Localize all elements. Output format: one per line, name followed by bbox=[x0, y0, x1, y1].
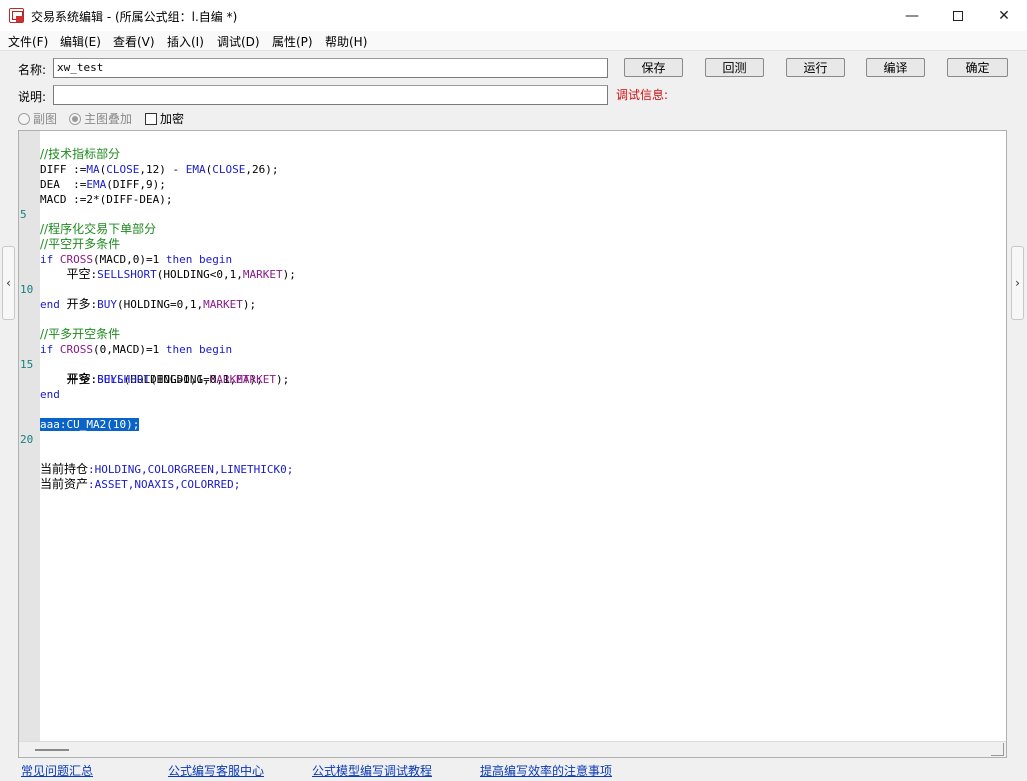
code-line: 10 开多:BUY(HOLDING=0,1,MARKET); bbox=[20, 283, 257, 311]
code-line: 5 bbox=[19, 192, 979, 221]
close-button[interactable]: ✕ bbox=[981, 0, 1027, 31]
encrypt-option[interactable]: 加密 bbox=[145, 110, 184, 127]
title-bar: 交易系统编辑 - (所属公式组：l.自编 *) — ✕ bbox=[0, 0, 1027, 31]
scrollbar-thumb[interactable] bbox=[35, 749, 69, 751]
code-line: if CROSS(MACD,0)=1 then begin bbox=[40, 253, 233, 266]
minimize-button[interactable]: — bbox=[889, 0, 935, 31]
menu-view[interactable]: 查看(V) bbox=[113, 33, 155, 50]
description-input[interactable] bbox=[53, 85, 608, 105]
encrypt-label: 加密 bbox=[160, 112, 185, 126]
code-line: DIFF :=MA(CLOSE,12) - EMA(CLOSE,26); bbox=[40, 163, 279, 176]
compile-button[interactable]: 编译 bbox=[866, 58, 925, 77]
collapse-right-button[interactable]: › bbox=[1011, 246, 1024, 320]
code-line: 15 平多:SELL(HOLDING>0,1,MARKET); bbox=[20, 358, 263, 386]
ok-button[interactable]: 确定 bbox=[947, 58, 1008, 77]
menu-edit[interactable]: 编辑(E) bbox=[60, 33, 101, 50]
main-overlay-label: 主图叠加 bbox=[84, 112, 133, 126]
menu-insert[interactable]: 插入(I) bbox=[167, 33, 204, 50]
backtest-button[interactable]: 回测 bbox=[705, 58, 764, 77]
chevron-left-icon: ‹ bbox=[6, 276, 11, 290]
app-icon[interactable] bbox=[9, 8, 24, 23]
code-line: end bbox=[40, 388, 60, 401]
maximize-icon bbox=[953, 10, 963, 21]
sub-chart-label: 副图 bbox=[33, 112, 58, 126]
description-label: 说明: bbox=[18, 90, 47, 104]
code-line: 平空:SELLSHORT(HOLDING<0,1,MARKET); bbox=[66, 267, 296, 281]
support-center-link[interactable]: 公式编写客服中心 bbox=[168, 762, 264, 779]
code-line-selected: aaa:CU_MA2(10); bbox=[19, 402, 979, 431]
line-number: 20 bbox=[20, 433, 34, 446]
maximize-button[interactable] bbox=[935, 0, 981, 31]
resize-grip-icon[interactable] bbox=[991, 743, 1004, 756]
faq-link[interactable]: 常见问题汇总 bbox=[21, 762, 93, 779]
code-editor[interactable]: //技术指标部分 DIFF :=MA(CLOSE,12) - EMA(CLOSE… bbox=[18, 130, 1007, 758]
encrypt-checkbox[interactable] bbox=[145, 112, 157, 125]
menu-properties[interactable]: 属性(P) bbox=[272, 33, 313, 50]
collapse-left-button[interactable]: ‹ bbox=[2, 246, 15, 320]
name-input[interactable]: xw_test bbox=[53, 58, 608, 78]
tutorial-link[interactable]: 公式模型编写调试教程 bbox=[312, 762, 432, 779]
menu-help[interactable]: 帮助(H) bbox=[325, 33, 367, 50]
menu-debug[interactable]: 调试(D) bbox=[217, 33, 260, 50]
horizontal-scrollbar[interactable] bbox=[19, 741, 1006, 757]
code-line: 当前资产:ASSET,NOAXIS,COLORRED; bbox=[40, 477, 241, 491]
main-overlay-option[interactable]: 主图叠加 bbox=[69, 110, 132, 127]
code-line: //程序化交易下单部分 bbox=[40, 222, 157, 236]
code-line: end bbox=[40, 298, 60, 311]
name-label: 名称: bbox=[18, 63, 47, 77]
code-line: 20 bbox=[19, 417, 979, 446]
menu-bar: 文件(F) 编辑(E) 查看(V) 插入(I) 调试(D) 属性(P) 帮助(H… bbox=[0, 31, 1027, 51]
window-title: 交易系统编辑 - (所属公式组：l.自编 *) bbox=[31, 10, 238, 24]
efficiency-tips-link[interactable]: 提高编写效率的注意事项 bbox=[480, 762, 612, 779]
code-line: 开空:BUYSHORT(HOLDING=0,1,MARKET); bbox=[66, 372, 290, 386]
code-line: MACD :=2*(DIFF-DEA); bbox=[40, 193, 173, 206]
code-line: //平空开多条件 bbox=[40, 237, 121, 251]
menu-file[interactable]: 文件(F) bbox=[8, 33, 48, 50]
save-button[interactable]: 保存 bbox=[624, 58, 683, 77]
code-line: //技术指标部分 bbox=[19, 132, 979, 161]
sub-chart-option[interactable]: 副图 bbox=[18, 110, 57, 127]
chevron-right-icon: › bbox=[1015, 276, 1020, 290]
code-line: if CROSS(0,MACD)=1 then begin bbox=[40, 343, 233, 356]
code-line: 当前持仓:HOLDING,COLORGREEN,LINETHICK0; bbox=[40, 462, 294, 476]
code-line: DEA :=EMA(DIFF,9); bbox=[40, 178, 166, 191]
main-overlay-radio[interactable] bbox=[69, 112, 81, 125]
code-line: //平多开空条件 bbox=[40, 327, 121, 341]
run-button[interactable]: 运行 bbox=[786, 58, 845, 77]
sub-chart-radio[interactable] bbox=[18, 112, 30, 125]
debug-info-label: 调试信息: bbox=[616, 88, 669, 102]
